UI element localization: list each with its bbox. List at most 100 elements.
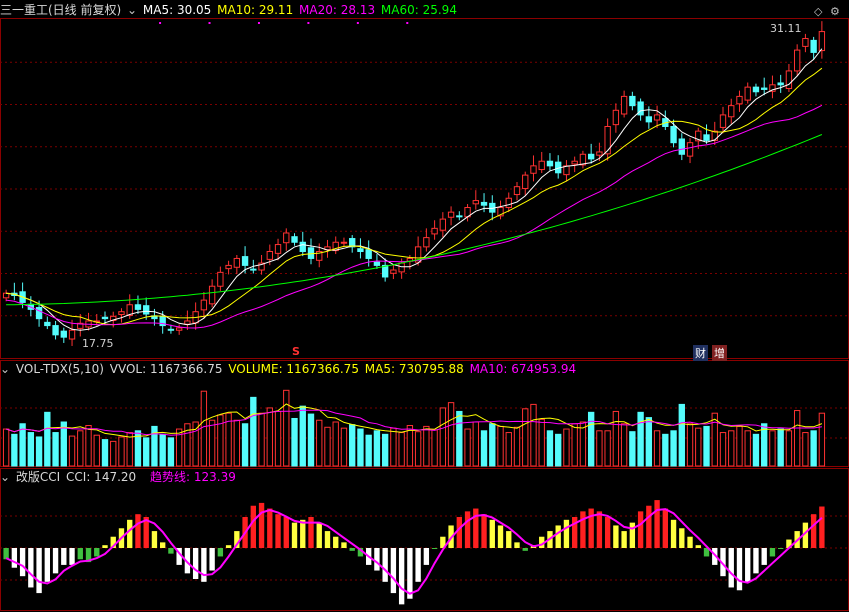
candle-body: [670, 125, 677, 144]
candle-body: [653, 114, 661, 121]
volume-bar: [324, 426, 331, 467]
volume-bar: [480, 430, 488, 467]
vol-ma5-label: MA5: 730795.88: [364, 362, 464, 376]
candle-body: [266, 251, 273, 260]
volume-bar: [241, 423, 249, 467]
cci-bar: [217, 548, 224, 557]
cci-bar: [168, 548, 174, 554]
volume-bar: [398, 432, 405, 467]
volume-bar: [373, 430, 381, 467]
volume-bar: [645, 417, 653, 467]
cci-bar: [209, 548, 215, 571]
candle-body: [390, 269, 397, 274]
cci-bar: [258, 502, 265, 548]
cci-bar: [695, 545, 701, 548]
settings-icon[interactable]: ⚙: [828, 5, 842, 18]
cci-bar: [267, 508, 273, 548]
cci-label: CCI: 147.20: [66, 470, 137, 484]
volume-bar: [587, 411, 595, 467]
volume-bar: [785, 430, 793, 467]
chevron-down-icon[interactable]: ⌄: [0, 470, 10, 484]
volume-bar: [686, 423, 694, 467]
candle-body: [604, 125, 611, 155]
signal-dot: [356, 22, 359, 24]
candle-body: [439, 218, 447, 231]
candle-body: [175, 327, 183, 331]
cci-bar: [160, 542, 166, 548]
volume-bar: [217, 414, 224, 467]
volume-bar: [423, 425, 430, 467]
volume-bar: [563, 428, 570, 467]
candle-body: [167, 328, 175, 331]
candle-body: [365, 249, 372, 259]
volume-bar: [381, 433, 389, 467]
candle-body: [307, 247, 315, 259]
cci-bar: [28, 548, 34, 588]
volume-bar: [695, 427, 702, 467]
cci-bar: [588, 508, 594, 548]
candle-body: [629, 95, 636, 107]
volume-bar: [332, 421, 339, 467]
candle-body: [736, 95, 743, 105]
candle-body: [217, 271, 224, 287]
cai-marker[interactable]: 财: [693, 345, 708, 361]
volume-bar: [101, 439, 109, 467]
cci-bar: [662, 508, 668, 548]
cci-bar: [514, 542, 520, 548]
ma10-line: [6, 67, 823, 326]
candle-body: [571, 160, 578, 165]
volume-bar: [27, 432, 35, 467]
volume-bar: [530, 403, 537, 467]
cci-bar: [225, 545, 232, 548]
volume-bar: [802, 432, 809, 467]
cci-bar: [761, 548, 767, 565]
signal-dot: [307, 22, 310, 24]
volume-bar: [456, 410, 463, 467]
candle-body: [134, 304, 142, 310]
vvol-label: VVOL: 1167366.75: [109, 362, 223, 376]
volume-bar: [2, 428, 10, 467]
zeng-marker[interactable]: 增: [712, 345, 727, 361]
volume-bar: [596, 430, 603, 467]
diamond-icon[interactable]: ◇: [812, 5, 824, 18]
volume-bar: [406, 425, 414, 467]
volume-bar: [513, 426, 521, 467]
cci-bar: [19, 548, 26, 577]
candle-body: [752, 86, 760, 93]
volume-bar: [365, 434, 372, 467]
chevron-down-icon[interactable]: ⌄: [0, 362, 10, 376]
signal-dot: [257, 22, 260, 24]
volume-bar: [447, 402, 455, 467]
volume-bar: [546, 430, 554, 467]
candle-body: [357, 248, 364, 253]
cci-bar: [637, 511, 644, 548]
candle-body: [645, 116, 653, 123]
stock-chart[interactable]: [0, 0, 849, 612]
price-panel-header: 三一重工(日线 前复权) ⌄ MA5: 30.05 MA10: 29.11 MA…: [0, 1, 459, 19]
vol-ma10-label: MA10: 674953.94: [469, 362, 577, 376]
volume-bar: [44, 411, 51, 467]
cci-bar: [497, 525, 504, 548]
cci-bar: [52, 548, 59, 574]
volume-bar: [85, 425, 92, 467]
candle-body: [728, 105, 735, 118]
volume-bar: [703, 425, 710, 467]
candle-body: [274, 244, 282, 254]
candle-body: [299, 241, 306, 253]
candle-body: [423, 237, 430, 248]
cci-bar: [670, 519, 677, 548]
candle-body: [250, 268, 257, 271]
cci-bar: [300, 519, 306, 548]
volume-bar: [299, 405, 306, 467]
volume-bar: [192, 421, 199, 467]
volume-bar: [744, 430, 751, 467]
stock-title: 三一重工(日线 前复权): [0, 3, 122, 17]
cci-bar: [3, 548, 9, 560]
candle-body: [513, 186, 521, 196]
volume-bar: [604, 430, 611, 467]
volume-bar: [77, 430, 84, 467]
s-marker[interactable]: S: [290, 345, 302, 358]
volume-label: VOLUME: 1167366.75: [228, 362, 359, 376]
chevron-down-icon[interactable]: ⌄: [127, 3, 137, 17]
volume-bar: [167, 437, 175, 467]
